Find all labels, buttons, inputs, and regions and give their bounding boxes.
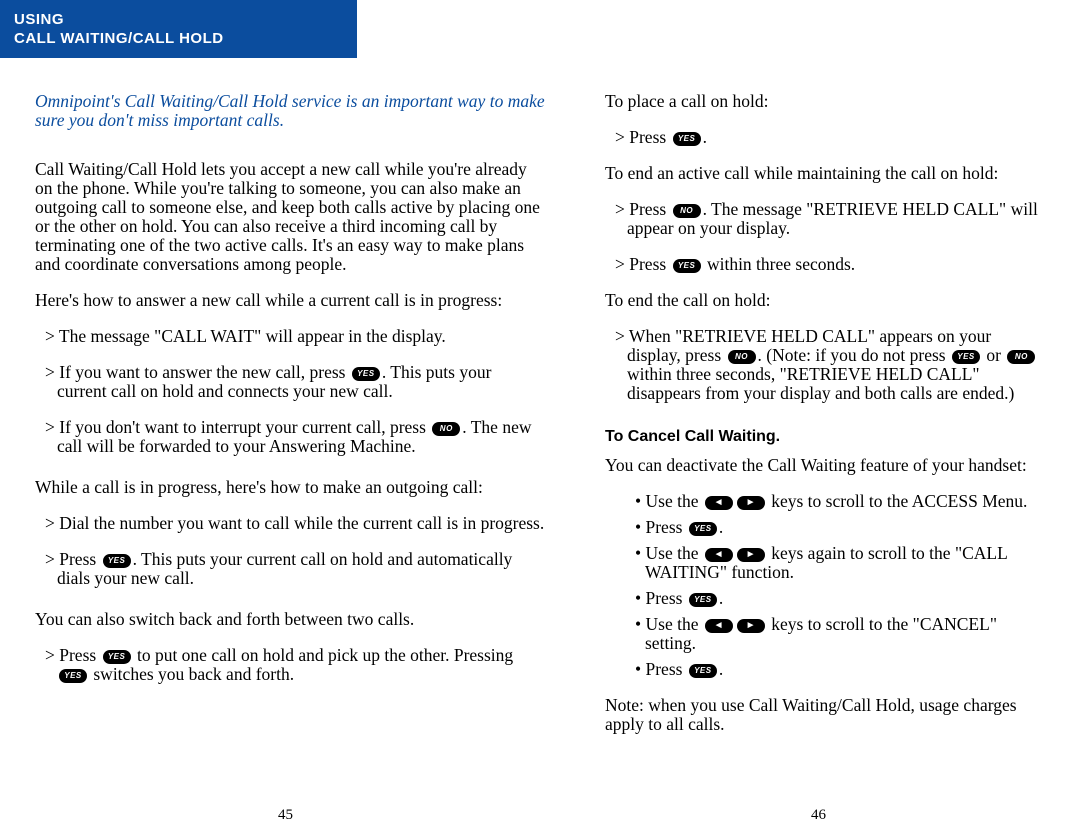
no-key-icon: NO: [1007, 350, 1035, 364]
left-arrow-key-icon: ◄: [705, 619, 733, 633]
intro-text: Omnipoint's Call Waiting/Call Hold servi…: [35, 92, 545, 130]
usage-note: Note: when you use Call Waiting/Call Hol…: [605, 696, 1045, 734]
step-end-hold: > When "RETRIEVE HELD CALL" appears on y…: [605, 327, 1045, 403]
step-dial: > Dial the number you want to call while…: [35, 514, 545, 533]
step-switch: > Press YES to put one call on hold and …: [35, 646, 545, 684]
no-key-icon: NO: [432, 422, 460, 436]
step-place-hold: > Press YES.: [605, 128, 1045, 147]
left-arrow-key-icon: ◄: [705, 496, 733, 510]
end-active-heading: To end an active call while maintaining …: [605, 164, 1045, 183]
left-column: Call Waiting/Call Hold lets you accept a…: [35, 160, 545, 701]
step-call-wait: > The message "CALL WAIT" will appear in…: [35, 327, 545, 346]
step-retrieve-yes: > Press YES within three seconds.: [605, 255, 1045, 274]
yes-key-icon: YES: [689, 664, 717, 678]
no-key-icon: NO: [728, 350, 756, 364]
cancel-step-3: • Use the ◄► keys again to scroll to the…: [605, 544, 1045, 582]
yes-key-icon: YES: [103, 650, 131, 664]
page-number-left: 45: [278, 807, 293, 824]
para-switch-heading: You can also switch back and forth betwe…: [35, 610, 545, 629]
yes-key-icon: YES: [352, 367, 380, 381]
yes-key-icon: YES: [689, 522, 717, 536]
right-arrow-key-icon: ►: [737, 619, 765, 633]
yes-key-icon: YES: [673, 259, 701, 273]
header-line1: USING: [14, 10, 343, 29]
step-end-active-no: > Press NO. The message "RETRIEVE HELD C…: [605, 200, 1045, 238]
yes-key-icon: YES: [689, 593, 717, 607]
header-line2: CALL WAITING/CALL HOLD: [14, 29, 343, 48]
cancel-intro: You can deactivate the Call Waiting feat…: [605, 456, 1045, 475]
cancel-step-5: • Use the ◄► keys to scroll to the "CANC…: [605, 615, 1045, 653]
right-arrow-key-icon: ►: [737, 496, 765, 510]
left-arrow-key-icon: ◄: [705, 548, 733, 562]
cancel-step-6: • Press YES.: [605, 660, 1045, 679]
place-hold-heading: To place a call on hold:: [605, 92, 1045, 111]
cancel-step-2: • Press YES.: [605, 518, 1045, 537]
page-number-right: 46: [811, 807, 826, 824]
yes-key-icon: YES: [103, 554, 131, 568]
cancel-step-4: • Press YES.: [605, 589, 1045, 608]
cancel-heading: To Cancel Call Waiting.: [605, 427, 1045, 446]
document-spread: USING CALL WAITING/CALL HOLD Omnipoint's…: [0, 0, 1080, 840]
right-arrow-key-icon: ►: [737, 548, 765, 562]
yes-key-icon: YES: [59, 669, 87, 683]
end-hold-heading: To end the call on hold:: [605, 291, 1045, 310]
no-key-icon: NO: [673, 204, 701, 218]
para-outgoing-heading: While a call is in progress, here's how …: [35, 478, 545, 497]
yes-key-icon: YES: [952, 350, 980, 364]
para-overview: Call Waiting/Call Hold lets you accept a…: [35, 160, 545, 274]
step-answer-yes: > If you want to answer the new call, pr…: [35, 363, 545, 401]
section-header: USING CALL WAITING/CALL HOLD: [0, 0, 357, 58]
para-answer-heading: Here's how to answer a new call while a …: [35, 291, 545, 310]
cancel-step-1: • Use the ◄► keys to scroll to the ACCES…: [605, 492, 1045, 511]
yes-key-icon: YES: [673, 132, 701, 146]
step-decline-no: > If you don't want to interrupt your cu…: [35, 418, 545, 456]
step-press-yes-dial: > Press YES. This puts your current call…: [35, 550, 545, 588]
right-column: To place a call on hold: > Press YES. To…: [605, 92, 1045, 751]
